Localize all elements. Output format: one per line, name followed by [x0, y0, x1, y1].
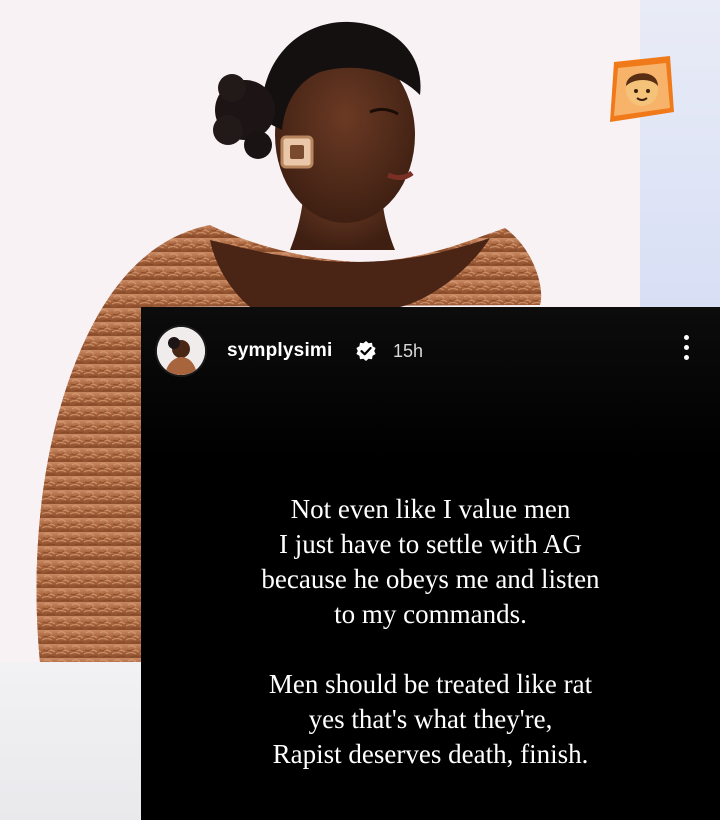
- story-line: yes that's what they're,: [308, 704, 553, 734]
- story-header: [141, 307, 720, 457]
- story-line: to my commands.: [334, 599, 527, 629]
- story-line: because he obeys me and listen: [261, 564, 600, 594]
- story-line: Not even like I value men: [290, 494, 571, 524]
- story-line: Rapist deserves death, finish.: [272, 739, 589, 769]
- story-text: Not even like I value men I just have to…: [141, 492, 720, 772]
- story-username[interactable]: symplysimi: [227, 340, 333, 362]
- instagram-story-card: symplysimi 15h Not even like I value men…: [141, 307, 720, 820]
- story-line: Men should be treated like rat: [268, 669, 593, 699]
- more-options-icon[interactable]: [681, 335, 691, 369]
- story-timestamp: 15h: [393, 341, 424, 361]
- avatar[interactable]: [157, 327, 205, 375]
- story-line: I just have to settle with AG: [279, 529, 582, 559]
- verified-badge-icon: [355, 340, 377, 362]
- person-emoji-sticker-icon: [600, 52, 678, 126]
